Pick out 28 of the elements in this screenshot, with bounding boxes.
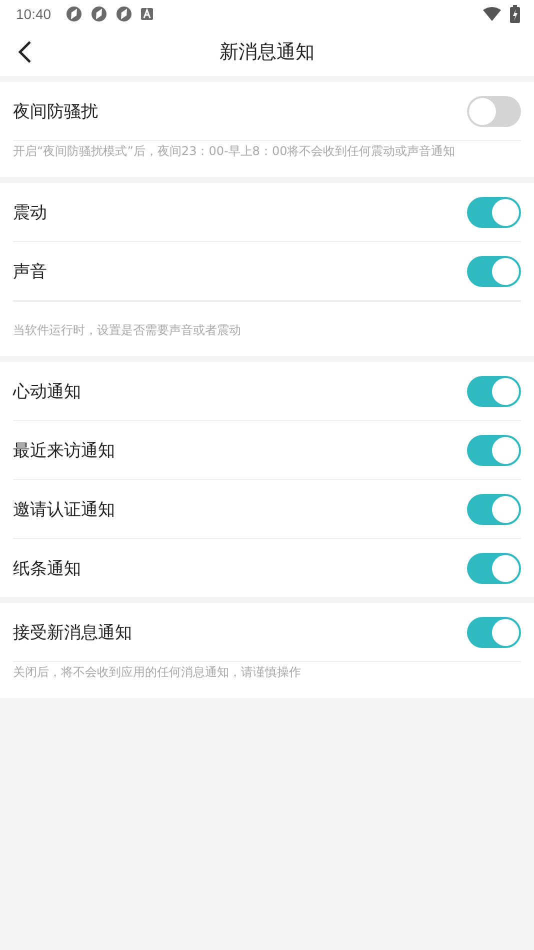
toggle-switch[interactable] <box>467 616 521 648</box>
hint-text: 当软件运行时，设置是否需要声音或者震动 <box>13 301 521 356</box>
setting-label: 纸条通知 <box>13 558 81 580</box>
aperture-icon <box>91 6 108 22</box>
aperture-icon <box>66 6 82 22</box>
hint-text: 开启“夜间防骚扰模式”后，夜间23：00-早上8：00将不会收到任何震动或声音通知 <box>13 143 456 160</box>
setting-label: 接受新消息通知 <box>13 622 132 644</box>
setting-label: 心动通知 <box>13 380 81 402</box>
toggle-switch[interactable] <box>467 552 521 584</box>
setting-label: 夜间防骚扰 <box>13 100 98 122</box>
toggle-switch[interactable] <box>467 376 521 406</box>
setting-label: 邀请认证通知 <box>13 498 115 520</box>
setting-label: 声音 <box>13 260 47 282</box>
toggle-switch[interactable] <box>467 434 521 466</box>
setting-label: 最近来访通知 <box>13 440 115 462</box>
toggle-switch[interactable] <box>467 256 521 286</box>
toggle-switch[interactable] <box>467 196 521 228</box>
toggle-switch[interactable] <box>467 494 521 524</box>
hint-text: 关闭后，将不会收到应用的任何消息通知，请谨慎操作 <box>13 664 302 681</box>
toggle-switch[interactable] <box>467 96 521 126</box>
setting-label: 震动 <box>13 202 47 224</box>
wifi-icon <box>483 7 501 21</box>
page-title: 新消息通知 <box>220 40 314 65</box>
back-icon[interactable] <box>18 40 32 64</box>
aperture-icon <box>116 6 132 22</box>
font-icon <box>141 8 154 20</box>
status-time: 10:40 <box>16 6 52 22</box>
battery-icon <box>510 5 520 23</box>
